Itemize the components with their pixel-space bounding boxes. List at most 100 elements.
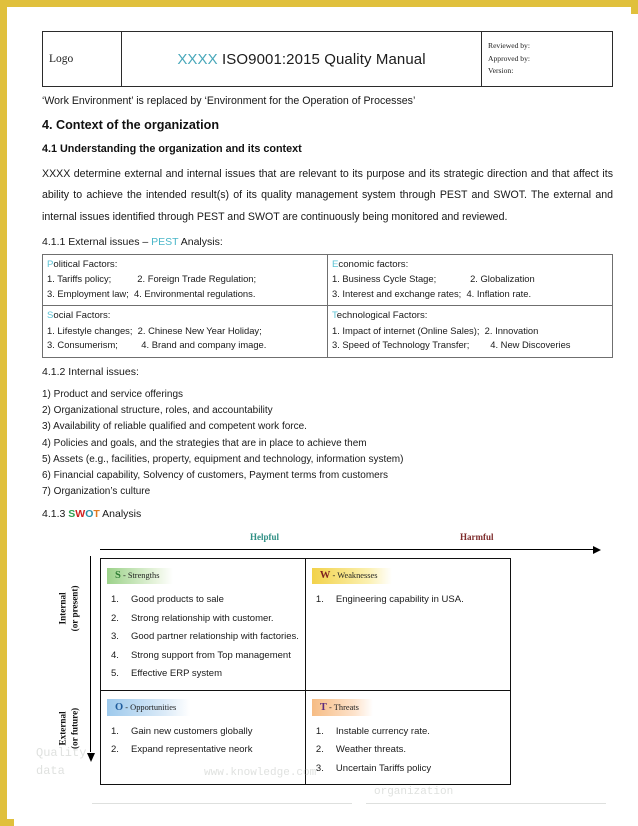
political-row-1: 1. Tariffs policy; 2. Foreign Trade Regu… xyxy=(47,273,257,285)
swot-item-number: 3. xyxy=(315,762,324,774)
social-heading: Social Factors: xyxy=(47,309,323,323)
axis-label-external-line1: External xyxy=(57,711,68,746)
technological-row-1: 1. Impact of internet (Online Sales); 2.… xyxy=(332,324,539,336)
swot-item-number: 1. xyxy=(111,725,119,737)
social-row-2: 3. Consumerism; 4. Brand and company ima… xyxy=(47,339,267,351)
swot-item-number: 5. xyxy=(111,668,119,680)
swot-item-number: 1. xyxy=(111,594,119,606)
swot-item-number: 2. xyxy=(315,744,324,756)
swot-item-text: Effective ERP system xyxy=(131,668,222,680)
swot-list-item: 3. Uncertain Tariffs policy xyxy=(316,760,504,779)
swot-badge-letter-threats: T xyxy=(319,701,327,713)
swot-analysis-label: 4.1.3 SWOT Analysis xyxy=(42,508,613,520)
swot-badge-threats: T - Threats xyxy=(311,699,373,716)
page-border: Logo XXXX ISO9001:2015 Quality Manual Re… xyxy=(0,0,638,826)
vertical-arrow-icon xyxy=(86,556,95,763)
swot-item-number: 2. xyxy=(111,744,119,756)
swot-list-item: 4. Strong support from Top management xyxy=(111,647,299,666)
swot-list-threats: 1. Instable currency rate. 2. Weather threa… xyxy=(306,723,510,779)
economic-row-1: 1. Business Cycle Stage; 2. Globalizatio… xyxy=(332,273,535,285)
swot-item-number: 1. xyxy=(315,725,324,737)
axis-label-internal-line1: Internal xyxy=(57,592,68,625)
document-header-table: Logo XXXX ISO9001:2015 Quality Manual Re… xyxy=(42,31,613,87)
external-issues-label: 4.1.1 External issues – PEST Analysis: xyxy=(42,236,613,248)
internal-issue-item: 2) Organizational structure, roles, and … xyxy=(42,405,273,417)
internal-issue-item: 6) Financial capability, Solvency of cus… xyxy=(42,469,389,481)
axis-label-internal: Internal (or present) xyxy=(57,570,82,648)
swot-item-text: Uncertain Tariffs policy xyxy=(335,762,432,774)
swot-letter-w: W xyxy=(75,508,86,521)
swot-badge-label-weaknesses: - Weaknesses xyxy=(330,571,378,581)
watermark-rule-right xyxy=(366,803,606,804)
swot-item-text: Strong support from Top management xyxy=(131,649,291,661)
swot-item-text: Engineering capability in USA. xyxy=(335,594,464,606)
swot-list-item: 1. Gain new customers globally xyxy=(111,723,299,742)
technological-row-2: 3. Speed of Technology Transfer; 4. New … xyxy=(332,339,571,351)
swot-grid-row-bottom: O - Opportunities 1. Gain new customers gl… xyxy=(100,689,511,786)
economic-row-2: 3. Interest and exchange rates; 4. Infla… xyxy=(332,287,532,299)
pest-row-bottom: Social Factors: 1. Lifestyle changes; 2.… xyxy=(42,305,613,358)
pest-accent: PEST xyxy=(151,235,179,248)
internal-issues-label: 4.1.2 Internal issues: xyxy=(42,365,139,378)
title-text: ISO9001:2015 Quality Manual xyxy=(217,50,426,68)
swot-quadrant-strengths: S - Strengths 1. Good products to sale 2. St… xyxy=(100,558,306,691)
swot-item-text: Good products to sale xyxy=(131,594,224,606)
approved-by-label: Approved by: xyxy=(488,53,530,63)
swot-item-number: 1. xyxy=(315,594,324,606)
reviewed-by-label: Reviewed by: xyxy=(488,41,530,51)
swot-label-post: Analysis xyxy=(99,508,142,521)
swot-vertical-axis: Internal (or present) External (or futur… xyxy=(48,556,100,764)
swot-list-weaknesses: 1. Engineering capability in USA. xyxy=(306,591,510,610)
watermark-rule-left xyxy=(92,803,352,804)
header-meta-cell: Reviewed by: Approved by: Version: xyxy=(481,31,613,87)
pest-cell-political: Political Factors: 1. Tariffs policy; 2.… xyxy=(42,253,328,307)
swot-badge-weaknesses: W - Weaknesses xyxy=(311,567,392,585)
swot-grid-row-top: S - Strengths 1. Good products to sale 2. St… xyxy=(100,558,511,691)
work-environment-note: ‘Work Environment’ is replaced by ‘Envir… xyxy=(42,95,416,107)
economic-heading: Economic factors: xyxy=(332,258,608,272)
swot-item-text: Gain new customers globally xyxy=(131,725,253,737)
swot-item-text: Expand representative neork xyxy=(131,744,253,756)
swot-list-item: 2. Weather threats. xyxy=(316,741,504,760)
swot-list-item: 2. Expand representative neork xyxy=(111,741,299,760)
swot-item-text: Strong relationship with customer. xyxy=(131,612,274,624)
logo-cell: Logo xyxy=(42,31,122,87)
pest-row-top: Political Factors: 1. Tariffs policy; 2.… xyxy=(42,253,613,307)
external-issues-label-post: Analysis: xyxy=(178,235,223,248)
swot-item-text: Weather threats. xyxy=(335,744,406,756)
political-row-2: 3. Employment law; 4. Environmental regu… xyxy=(47,287,256,299)
axis-label-internal-line2: (or present) xyxy=(70,585,80,632)
political-heading: Political Factors: xyxy=(47,258,323,272)
swot-horizontal-axis: Helpful Harmful xyxy=(100,532,605,558)
swot-list-item: 1. Engineering capability in USA. xyxy=(316,591,504,610)
axis-label-helpful: Helpful xyxy=(250,532,280,543)
axis-label-external-line2: (or future) xyxy=(70,708,80,750)
manual-title-cell: XXXX ISO9001:2015 Quality Manual xyxy=(121,31,482,87)
external-issues-label-pre: 4.1.1 External issues – xyxy=(42,235,152,248)
pest-analysis-table: Political Factors: 1. Tariffs policy; 2.… xyxy=(42,253,613,358)
swot-badge-letter-weaknesses: W xyxy=(319,570,331,582)
swot-letters: SWOT xyxy=(68,508,100,520)
swot-badge-label-strengths: - Strengths xyxy=(120,571,160,581)
internal-issue-item: 7) Organization’s culture xyxy=(42,486,151,498)
swot-list-item: 3. Good partner relationship with factori… xyxy=(111,628,299,647)
technological-heading: Technological Factors: xyxy=(332,309,608,323)
swot-badge-label-opportunities: - Opportunities xyxy=(123,702,177,712)
internal-issue-item: 4) Policies and goals, and the strategie… xyxy=(42,437,367,449)
context-paragraph: XXXX determine external and internal iss… xyxy=(42,168,613,223)
swot-item-number: 2. xyxy=(111,612,119,624)
header-row: Logo XXXX ISO9001:2015 Quality Manual Re… xyxy=(42,31,613,87)
version-label: Version: xyxy=(488,66,514,76)
swot-list-opportunities: 1. Gain new customers globally 2. Expand re… xyxy=(101,723,305,760)
swot-item-number: 4. xyxy=(111,649,119,661)
internal-issue-item: 3) Availability of reliable qualified an… xyxy=(42,421,307,433)
internal-issues-list: 1) Product and service offerings 2) Organ… xyxy=(42,387,613,500)
social-row-1: 1. Lifestyle changes; 2. Chinese New Yea… xyxy=(47,324,262,336)
pest-cell-technological: Technological Factors: 1. Impact of inte… xyxy=(327,305,613,358)
swot-matrix: Helpful Harmful Internal (or present) Ex… xyxy=(42,530,613,786)
swot-list-item: 5. Effective ERP system xyxy=(111,665,299,684)
swot-quadrant-opportunities: O - Opportunities 1. Gain new customers gl… xyxy=(100,689,306,786)
internal-issue-item: 5) Assets (e.g., facilities, property, e… xyxy=(42,453,404,465)
swot-badge-letter-opportunities: O xyxy=(115,701,124,713)
axis-label-external: External (or future) xyxy=(57,690,82,768)
